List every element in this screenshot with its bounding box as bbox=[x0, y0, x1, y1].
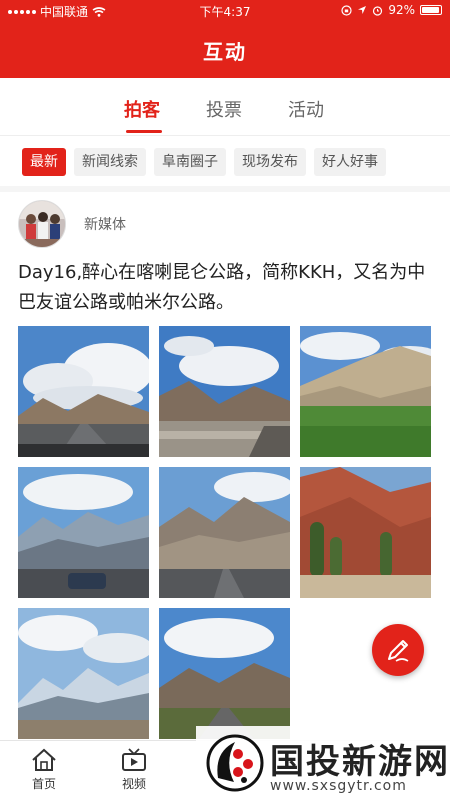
alarm-icon bbox=[373, 5, 383, 16]
post-author[interactable]: 新媒体 bbox=[84, 214, 126, 234]
photo-6[interactable] bbox=[300, 467, 431, 598]
tab-vote[interactable]: 投票 bbox=[206, 96, 242, 122]
chip-latest[interactable]: 最新 bbox=[22, 148, 66, 176]
watermark-title: 国投新游网 bbox=[270, 742, 450, 782]
screen: 中国联通 下午4:37 92% 互动 拍客 投票 活动 最新 新闻线索 阜南圈子… bbox=[0, 0, 450, 800]
photo-7[interactable] bbox=[18, 608, 149, 739]
category-chips: 最新 新闻线索 阜南圈子 现场发布 好人好事 bbox=[22, 148, 386, 176]
post-text: Day16,醉心在喀喇昆仑公路，简称KKH，又名为中巴友谊公路或帕米尔公路。 bbox=[18, 262, 426, 313]
watermark-url: www.sxsgytr.com bbox=[270, 778, 407, 794]
chip-good-deeds[interactable]: 好人好事 bbox=[314, 148, 386, 176]
pen-icon bbox=[388, 640, 409, 662]
section-divider bbox=[0, 186, 450, 192]
photo-4[interactable] bbox=[18, 467, 149, 598]
photo-2[interactable] bbox=[159, 326, 290, 457]
tab-bar: 拍客 投票 活动 bbox=[0, 78, 450, 136]
nav-video[interactable]: 视频 bbox=[104, 747, 164, 792]
photo-3[interactable] bbox=[300, 326, 431, 457]
nav-video-label: 视频 bbox=[121, 777, 146, 791]
home-icon bbox=[32, 748, 56, 771]
page-title: 互动 bbox=[203, 40, 247, 64]
watermark-logo bbox=[206, 734, 264, 792]
chip-funan-circle[interactable]: 阜南圈子 bbox=[154, 148, 226, 176]
tab-activity[interactable]: 活动 bbox=[288, 96, 324, 122]
battery-percent: 92% bbox=[388, 3, 415, 17]
chip-news-tips[interactable]: 新闻线索 bbox=[74, 148, 146, 176]
nav-home-label: 首页 bbox=[31, 777, 56, 791]
compose-button[interactable] bbox=[372, 624, 424, 676]
location-icon bbox=[358, 6, 367, 14]
status-right: 92% bbox=[341, 3, 442, 17]
chip-live-post[interactable]: 现场发布 bbox=[234, 148, 306, 176]
status-bar: 中国联通 下午4:37 92% bbox=[0, 0, 450, 22]
photo-1[interactable] bbox=[18, 326, 149, 457]
avatar[interactable] bbox=[18, 200, 66, 248]
battery-icon bbox=[420, 5, 442, 15]
tv-icon bbox=[122, 748, 146, 771]
watermark: 国投新游网 www.sxsgytr.com bbox=[196, 726, 450, 800]
nav-home[interactable]: 首页 bbox=[14, 747, 74, 792]
tab-indicator bbox=[126, 130, 162, 133]
header-bar: 中国联通 下午4:37 92% 互动 bbox=[0, 0, 450, 78]
photo-8[interactable] bbox=[159, 608, 290, 739]
lock-rotation-icon bbox=[341, 4, 352, 16]
tab-paike[interactable]: 拍客 bbox=[124, 96, 160, 122]
photo-5[interactable] bbox=[159, 467, 290, 598]
